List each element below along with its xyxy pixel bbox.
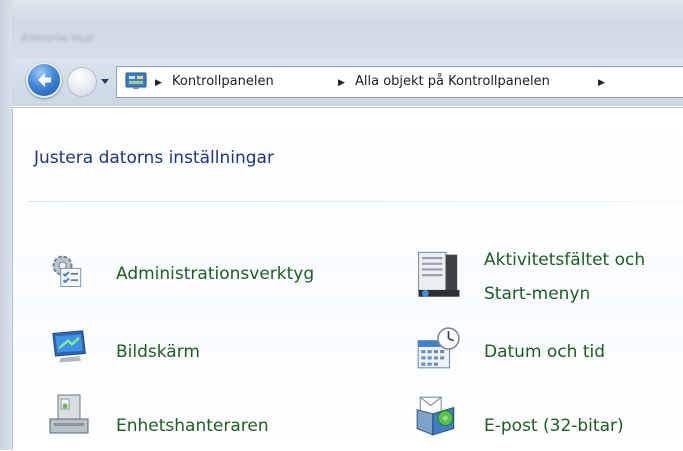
taskbar-icon	[417, 251, 460, 297]
item-label[interactable]: Bildskärm	[116, 340, 200, 364]
mail-icon	[416, 396, 455, 436]
device-manager-icon	[49, 394, 89, 434]
title-divider	[28, 201, 683, 202]
breadcrumb-separator-icon[interactable]: ▶	[338, 78, 345, 88]
item-label[interactable]: Datum och tid	[484, 340, 605, 364]
back-button[interactable]	[26, 62, 62, 98]
calendar-clock-icon	[417, 327, 460, 369]
recent-pages-chevron-icon[interactable]	[100, 78, 110, 86]
breadcrumb-separator-icon[interactable]: ▶	[155, 78, 162, 88]
window-frame-left	[0, 0, 12, 450]
item-label-line1[interactable]: Aktivitetsfältet och	[484, 248, 645, 272]
forward-button[interactable]	[68, 68, 96, 96]
item-label[interactable]: E-post (32-bitar)	[484, 414, 624, 438]
back-arrow-icon	[38, 73, 51, 87]
item-label[interactable]: Enhetshanteraren	[116, 414, 269, 438]
item-label-line2[interactable]: Start-menyn	[484, 282, 590, 306]
address-bar[interactable]: ▶ Kontrollpanelen ▶ Alla objekt på Kontr…	[116, 66, 683, 98]
window-title: Enterprise Vault	[22, 34, 94, 44]
page-title: Justera datorns inställningar	[34, 148, 274, 168]
breadcrumb-all-items[interactable]: Alla objekt på Kontrollpanelen	[355, 74, 550, 89]
window-frame-top	[0, 0, 683, 60]
display-icon	[52, 330, 86, 363]
admin-tools-icon	[52, 255, 82, 287]
control-panel-icon	[125, 72, 147, 89]
item-label[interactable]: Administrationsverktyg	[116, 262, 314, 286]
breadcrumb-control-panel[interactable]: Kontrollpanelen	[172, 74, 274, 89]
content-border	[12, 107, 13, 450]
navigation-bar: ▶ Kontrollpanelen ▶ Alla objekt på Kontr…	[12, 58, 683, 106]
breadcrumb-separator-icon[interactable]: ▶	[598, 78, 605, 88]
